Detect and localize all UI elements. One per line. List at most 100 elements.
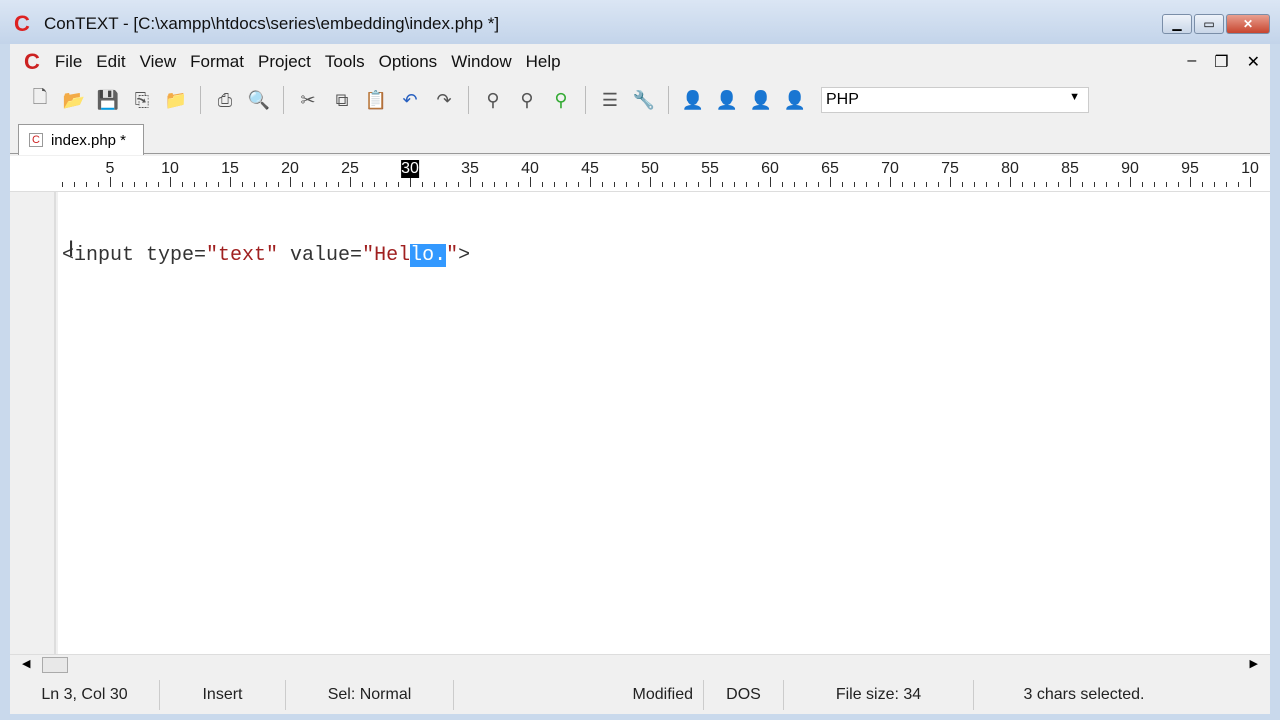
ruler-tick (830, 177, 831, 187)
ruler-tick (542, 182, 543, 187)
toolbar: 🗋 📂 💾 ⎘ 📁 ⎙ 🔍 ✂ ⧉ 📋 ↶ ↷ ⚲ ⚲ ⚲ ☰ 🔧 👤 👤 👤 … (10, 82, 1270, 118)
status-bar: Ln 3, Col 30 Insert Sel: Normal Modified… (10, 680, 1270, 710)
toggle-list-icon[interactable]: ☰ (596, 86, 624, 114)
ruler-label: 70 (881, 160, 899, 177)
language-select[interactable]: PHP ▼ (821, 87, 1089, 113)
print-icon[interactable]: ⎙ (211, 86, 239, 114)
ruler-label: 15 (221, 160, 239, 177)
scroll-right-icon[interactable]: ▶ (1250, 657, 1258, 670)
ruler-tick (482, 182, 483, 187)
ruler-tick (1166, 182, 1167, 187)
ruler-tick (782, 182, 783, 187)
tools-icon[interactable]: 🔧 (630, 86, 658, 114)
window-title: ConTEXT - [C:\xampp\htdocs\series\embedd… (44, 14, 500, 33)
menu-bar: C File Edit View Format Project Tools Op… (10, 44, 1270, 80)
ruler-tick (554, 182, 555, 187)
ruler-tick (1226, 182, 1227, 187)
menu-format[interactable]: Format (183, 52, 251, 72)
ruler-tick (746, 182, 747, 187)
doc-close-button[interactable]: ✕ (1247, 52, 1260, 72)
chevron-down-icon: ▼ (1069, 91, 1080, 103)
undo-icon[interactable]: ↶ (396, 86, 424, 114)
ruler-label: 55 (701, 160, 719, 177)
ruler-tick (278, 182, 279, 187)
menu-options[interactable]: Options (372, 52, 445, 72)
print-preview-icon[interactable]: 🔍 (245, 86, 273, 114)
close-button[interactable]: ✕ (1226, 14, 1270, 34)
redo-icon[interactable]: ↷ (430, 86, 458, 114)
ruler-tick (326, 182, 327, 187)
ruler-tick (458, 182, 459, 187)
ruler-tick (878, 182, 879, 187)
ruler-tick (602, 182, 603, 187)
ruler-tick (662, 182, 663, 187)
open-folder-icon[interactable]: 📁 (162, 86, 190, 114)
menu-view[interactable]: View (133, 52, 184, 72)
ruler-tick (1094, 182, 1095, 187)
menu-project[interactable]: Project (251, 52, 318, 72)
ruler-tick (590, 177, 591, 187)
ruler-tick (998, 182, 999, 187)
ruler-tick (854, 182, 855, 187)
ruler-tick (962, 182, 963, 187)
open-file-icon[interactable]: 📂 (60, 86, 88, 114)
ruler-tick (1070, 177, 1071, 187)
ruler-tick (794, 182, 795, 187)
status-chars-selected: 3 chars selected. (1023, 686, 1145, 703)
ruler-tick (1202, 182, 1203, 187)
menu-window[interactable]: Window (444, 52, 518, 72)
ruler-tick (158, 182, 159, 187)
tab-label: index.php * (50, 131, 127, 149)
ruler-tick (950, 177, 951, 187)
ruler-tick (1010, 177, 1011, 187)
ruler-tick (530, 177, 531, 187)
horizontal-scrollbar[interactable]: ◀ ▶ (10, 654, 1270, 674)
new-file-icon[interactable]: 🗋 (26, 86, 54, 114)
user-tool-2-icon[interactable]: 👤 (713, 86, 741, 114)
app-menu-icon[interactable]: C (24, 49, 40, 75)
ruler-tick (686, 182, 687, 187)
user-tool-3-icon[interactable]: 👤 (747, 86, 775, 114)
user-tool-1-icon[interactable]: 👤 (679, 86, 707, 114)
scroll-thumb[interactable] (42, 657, 68, 673)
ruler-tick (1058, 182, 1059, 187)
ruler-tick (410, 177, 411, 187)
replace-icon[interactable]: ⚲ (547, 86, 575, 114)
ruler-tick (362, 182, 363, 187)
ruler-tick (290, 177, 291, 187)
tab-index-php[interactable]: C index.php * (18, 124, 144, 155)
find-icon[interactable]: ⚲ (479, 86, 507, 114)
find-next-icon[interactable]: ⚲ (513, 86, 541, 114)
ruler-tick (1082, 182, 1083, 187)
ruler-tick (1154, 182, 1155, 187)
text-selection: lo. (410, 244, 447, 267)
ruler-tick (422, 182, 423, 187)
ruler-tick (170, 177, 171, 187)
ruler-label: 95 (1181, 160, 1199, 177)
paste-icon[interactable]: 📋 (362, 86, 390, 114)
ruler-tick (1130, 177, 1131, 187)
doc-restore-button[interactable]: ❐ (1214, 52, 1228, 72)
menu-tools[interactable]: Tools (318, 52, 372, 72)
editor[interactable]: I <input type="text" value="Hello."> (58, 192, 1270, 654)
doc-minimize-button[interactable]: ‒ (1187, 52, 1196, 72)
ruler-tick (386, 182, 387, 187)
menu-help[interactable]: Help (519, 52, 568, 72)
cut-icon[interactable]: ✂ (294, 86, 322, 114)
copy-icon[interactable]: ⧉ (328, 86, 356, 114)
ruler-tick (206, 182, 207, 187)
ruler-tick (434, 182, 435, 187)
ruler-tick (506, 182, 507, 187)
save-icon[interactable]: 💾 (94, 86, 122, 114)
ruler-label: 85 (1061, 160, 1079, 177)
ruler-tick (1178, 182, 1179, 187)
user-tool-4-icon[interactable]: 👤 (781, 86, 809, 114)
ruler-tick (698, 182, 699, 187)
maximize-button[interactable]: ▭ (1194, 14, 1224, 34)
save-all-icon[interactable]: ⎘ (128, 86, 156, 114)
minimize-button[interactable]: ▁ (1162, 14, 1192, 34)
scroll-left-icon[interactable]: ◀ (22, 657, 30, 670)
menu-file[interactable]: File (48, 52, 89, 72)
menu-edit[interactable]: Edit (89, 52, 132, 72)
ruler-tick (266, 182, 267, 187)
